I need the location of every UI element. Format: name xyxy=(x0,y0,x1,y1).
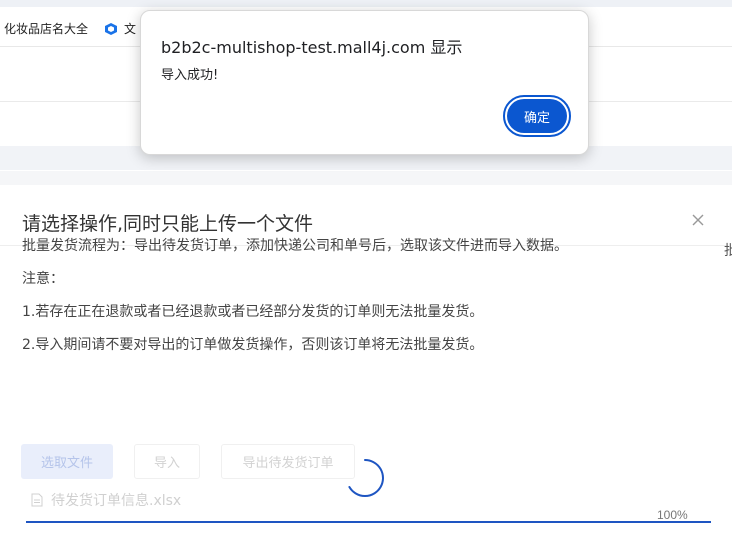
ok-button-label: 确定 xyxy=(507,99,567,133)
export-pending-orders-button[interactable]: 导出待发货订单 xyxy=(221,444,355,479)
progress-fill xyxy=(26,521,711,523)
bookmark-item[interactable]: 化妆品店名大全 xyxy=(4,20,88,37)
loading-spinner-icon xyxy=(348,459,384,497)
browser-alert-dialog: b2b2c-multishop-test.mall4j.com 显示 导入成功!… xyxy=(140,10,589,155)
page-divider-light xyxy=(0,171,732,185)
document-icon xyxy=(31,493,43,507)
progress-percent: 100% xyxy=(657,508,688,522)
note-item: 2.导入期间请不要对导出的订单做发货操作，否则该订单将无法批量发货。 xyxy=(22,337,484,353)
cube-icon xyxy=(105,22,117,35)
alert-message: 导入成功! xyxy=(161,68,219,83)
batch-ship-modal: 请选择操作,同时只能上传一个文件 批量发货流程为：导出待发货订单，添加快递公司和… xyxy=(0,185,728,550)
alert-title: b2b2c-multishop-test.mall4j.com 显示 xyxy=(161,38,463,57)
bookmark-label: 文 xyxy=(124,22,137,36)
close-icon[interactable] xyxy=(690,212,706,228)
browser-top-strip xyxy=(0,0,732,7)
edge-text: 批 xyxy=(724,242,732,258)
note-label: 注意： xyxy=(22,271,64,287)
progress-bar xyxy=(26,521,711,523)
uploaded-file: 待发货订单信息.xlsx xyxy=(31,490,181,510)
import-button[interactable]: 导入 xyxy=(134,444,200,479)
file-name: 待发货订单信息.xlsx xyxy=(51,493,182,509)
modal-title: 请选择操作,同时只能上传一个文件 xyxy=(22,213,314,235)
note-item: 1.若存在正在退款或者已经退款或者已经部分发货的订单则无法批量发货。 xyxy=(22,304,484,320)
instruction-text: 批量发货流程为：导出待发货订单，添加快递公司和单号后，选取该文件进而导入数据。 xyxy=(22,238,568,254)
select-file-button[interactable]: 选取文件 xyxy=(21,444,113,479)
ok-button[interactable]: 确定 xyxy=(503,95,571,137)
bookmark-item[interactable]: 文 xyxy=(104,20,136,37)
